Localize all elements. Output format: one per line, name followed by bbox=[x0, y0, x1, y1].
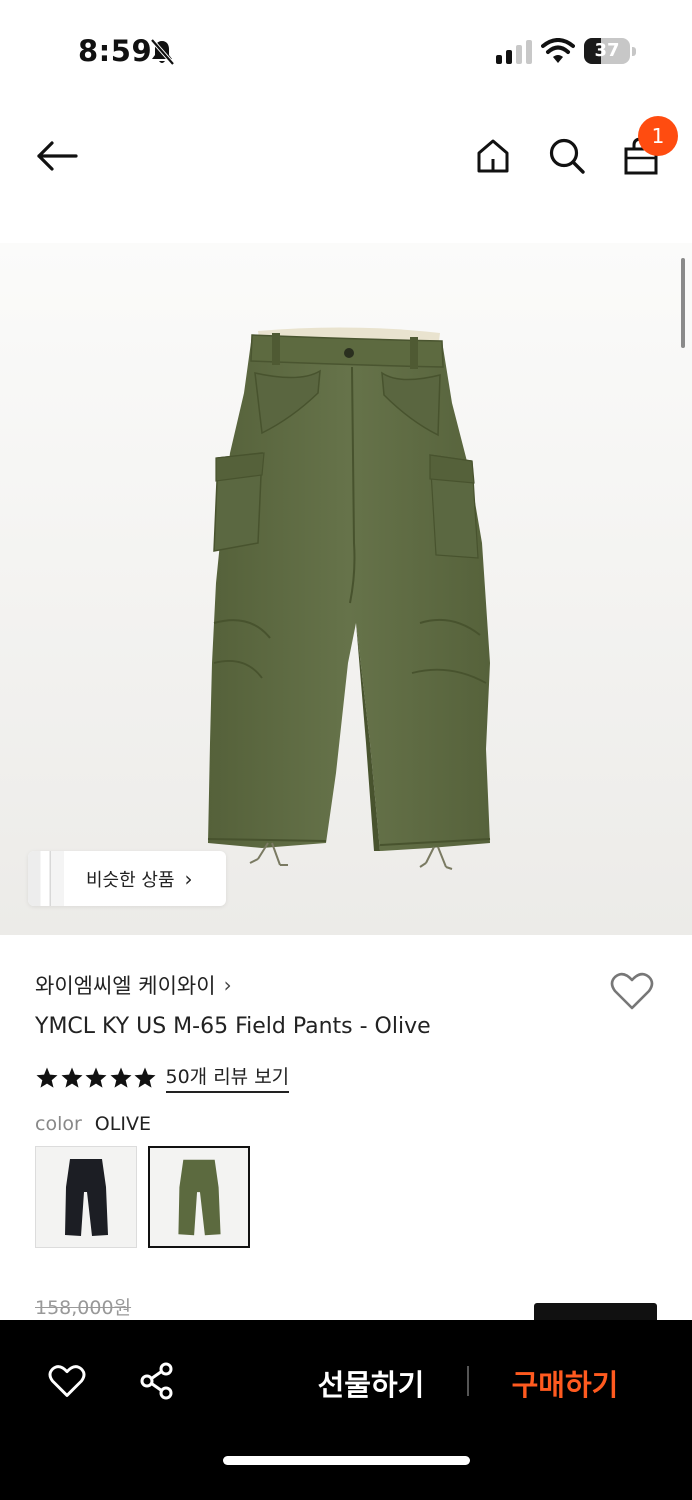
gift-button[interactable]: 선물하기 bbox=[306, 1362, 436, 1404]
color-row: color OLIVE bbox=[35, 1113, 151, 1135]
star-rating bbox=[35, 1066, 158, 1090]
battery-level-text: 37 bbox=[594, 40, 620, 61]
color-label: color bbox=[35, 1113, 82, 1135]
brand-link[interactable]: 와이엠씨엘 케이와이 › bbox=[35, 970, 232, 1000]
share-icon bbox=[140, 1362, 173, 1400]
home-button[interactable] bbox=[469, 132, 517, 180]
similar-products-label: 비슷한 상품 bbox=[86, 869, 175, 891]
product-photo-pants bbox=[0, 243, 692, 935]
star-icon bbox=[134, 1067, 156, 1088]
olive-pants-thumbnail bbox=[150, 1148, 248, 1246]
heart-outline-icon bbox=[48, 1365, 86, 1397]
top-nav bbox=[0, 110, 692, 210]
color-swatch-olive[interactable] bbox=[148, 1146, 250, 1248]
original-price: 158,000원 bbox=[35, 1297, 132, 1319]
search-button[interactable] bbox=[543, 132, 591, 180]
review-link[interactable]: 50개 리뷰 보기 bbox=[165, 1062, 290, 1093]
similar-products-button[interactable]: 비슷한 상품 › bbox=[28, 851, 226, 906]
heart-outline-icon bbox=[610, 972, 654, 1010]
product-title: YMCL KY US M-65 Field Pants - Olive bbox=[35, 1014, 431, 1039]
battery-icon: 37 bbox=[584, 38, 636, 64]
black-pants-thumbnail bbox=[36, 1147, 136, 1247]
star-icon bbox=[85, 1067, 107, 1088]
arrow-left-icon bbox=[37, 141, 78, 171]
star-icon bbox=[61, 1067, 82, 1088]
product-image[interactable] bbox=[0, 243, 692, 935]
status-bar: 8:59 37 bbox=[0, 0, 692, 100]
bottom-action-bar: 선물하기 구매하기 bbox=[0, 1320, 692, 1500]
cart-count-badge: 1 bbox=[638, 116, 678, 156]
back-button[interactable] bbox=[30, 132, 84, 180]
similar-product-thumbnail bbox=[28, 851, 64, 906]
buy-button[interactable]: 구매하기 bbox=[500, 1362, 630, 1404]
divider bbox=[467, 1366, 469, 1396]
home-icon bbox=[477, 139, 509, 173]
signal-icon bbox=[496, 40, 532, 64]
rating-row: 50개 리뷰 보기 bbox=[35, 1062, 290, 1093]
wishlist-button[interactable] bbox=[609, 968, 655, 1014]
bell-off-icon bbox=[150, 38, 175, 66]
home-indicator bbox=[223, 1456, 470, 1465]
star-icon bbox=[110, 1067, 131, 1088]
chevron-right-icon: › bbox=[223, 973, 232, 997]
chevron-right-icon: › bbox=[184, 866, 193, 891]
image-scroll-indicator bbox=[681, 258, 685, 348]
star-icon bbox=[36, 1067, 58, 1088]
bottom-wishlist-button[interactable] bbox=[44, 1358, 90, 1404]
status-time: 8:59 bbox=[78, 34, 153, 68]
color-swatch-black[interactable] bbox=[35, 1146, 137, 1248]
share-button[interactable] bbox=[134, 1358, 180, 1404]
search-icon bbox=[549, 138, 585, 174]
color-value: OLIVE bbox=[94, 1113, 151, 1135]
wifi-icon bbox=[541, 38, 575, 63]
brand-name: 와이엠씨엘 케이와이 bbox=[35, 974, 216, 998]
